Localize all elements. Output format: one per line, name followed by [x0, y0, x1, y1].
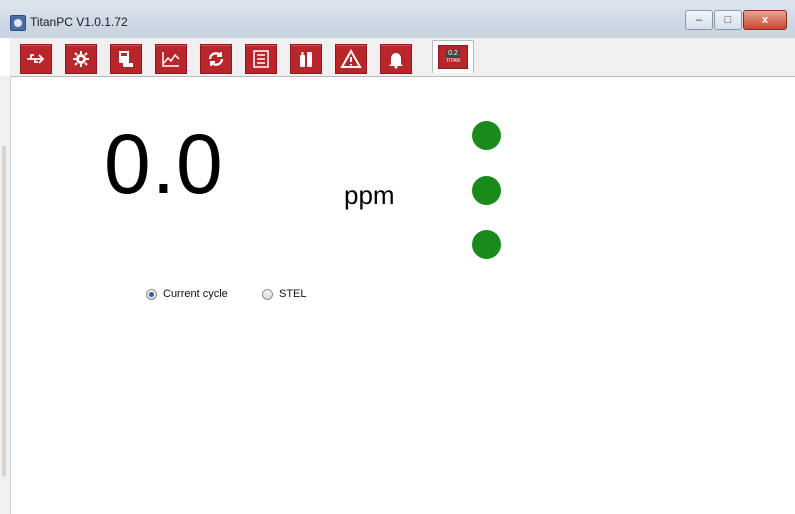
left-border [0, 76, 11, 514]
list-icon [253, 50, 269, 68]
status-indicator-1 [472, 121, 501, 150]
status-indicator-3 [472, 230, 501, 259]
app-window: TitanPC V1.0.1.72 – □ x 0.2 TITAN 0.0 pp… [0, 0, 795, 514]
titan-display-value: 0.2 [446, 50, 460, 58]
cylinder-button[interactable] [290, 44, 322, 74]
window-title: TitanPC V1.0.1.72 [30, 15, 128, 29]
window-controls: – □ x [684, 10, 787, 30]
radio-button-selected[interactable] [146, 288, 157, 300]
status-indicator-2 [472, 176, 501, 205]
gas-reading: 0.0 [104, 117, 224, 211]
titan-display-label: TITAN [445, 58, 461, 64]
maximize-button[interactable]: □ [714, 10, 742, 30]
radio-label-current-cycle: Current cycle [163, 288, 228, 300]
close-button[interactable]: x [743, 10, 787, 30]
reading-unit: ppm [344, 180, 395, 210]
tab-titan-display[interactable]: 0.2 TITAN [432, 40, 474, 73]
bell-button[interactable] [380, 44, 412, 74]
refresh-button[interactable] [200, 44, 232, 74]
radio-button[interactable] [262, 288, 273, 300]
settings-button[interactable] [65, 44, 97, 74]
graph-button[interactable] [155, 44, 187, 74]
usb-icon [27, 54, 45, 64]
gear-icon [73, 51, 89, 67]
radio-current-cycle[interactable]: Current cycle [146, 288, 228, 300]
device-info-button[interactable] [110, 44, 142, 74]
list-button[interactable] [245, 44, 277, 74]
usb-button[interactable] [20, 44, 52, 74]
radio-label-stel: STEL [279, 288, 307, 300]
radio-stel[interactable]: STEL [262, 288, 307, 300]
warning-icon [340, 49, 362, 68]
refresh-icon [208, 52, 224, 66]
app-icon [10, 15, 26, 31]
cylinder-icon [300, 52, 312, 67]
title-bar: TitanPC V1.0.1.72 – □ x [0, 0, 795, 38]
alarm-warning-button[interactable] [335, 44, 367, 74]
device-info-icon [119, 51, 133, 67]
bell-icon [389, 53, 403, 69]
minimize-button[interactable]: – [685, 10, 713, 30]
graph-icon [162, 52, 180, 67]
toolbar: 0.2 TITAN [10, 38, 795, 77]
titan-display-icon: 0.2 TITAN [438, 45, 468, 69]
